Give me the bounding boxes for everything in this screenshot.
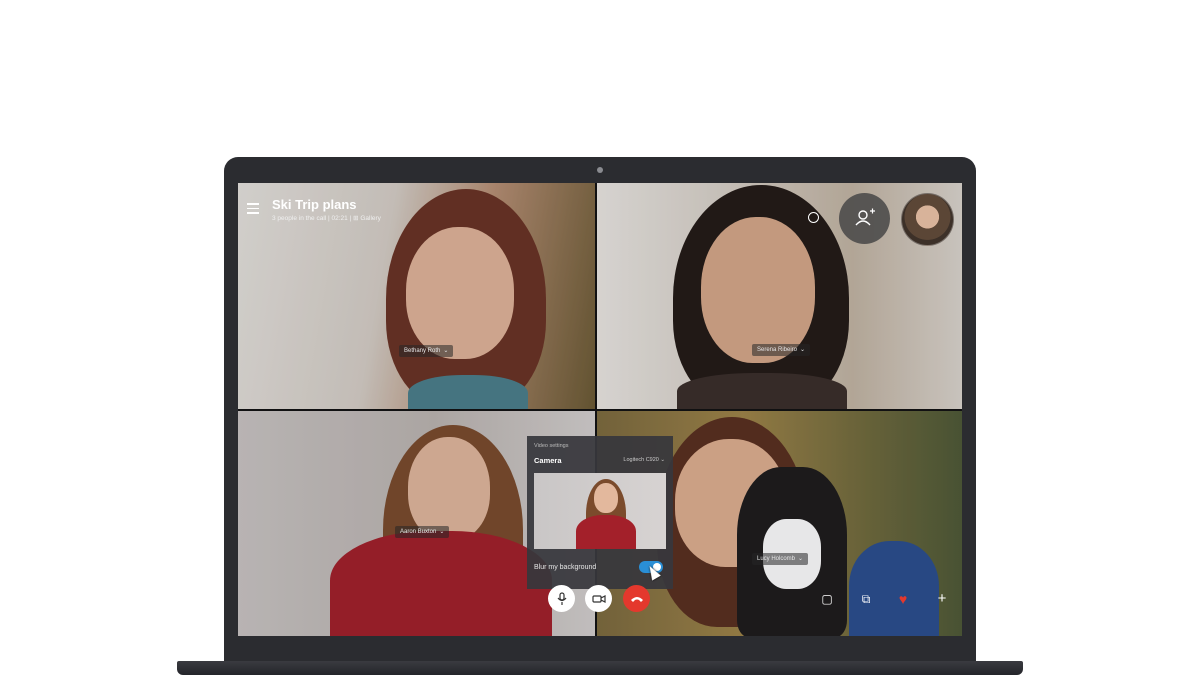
participant-name: Serena Ribeiro bbox=[757, 347, 798, 353]
blur-background-label: Blur my background bbox=[534, 564, 597, 571]
heart-icon[interactable]: ♥ bbox=[895, 591, 911, 607]
participant-name-tag: Aaron Buxton ⌄ bbox=[395, 526, 450, 538]
laptop-lid: Bethany Roth ⌄ Serena Ribeiro ⌄ Aaron Buxt… bbox=[224, 157, 976, 665]
camera-device-select[interactable]: Logitech C920 ⌄ bbox=[623, 457, 665, 463]
microphone-icon bbox=[557, 591, 566, 605]
call-meta: 3 people in the call | 02:21 | ⊞ Gallery bbox=[272, 215, 381, 222]
hamburger-menu-icon[interactable] bbox=[247, 203, 259, 214]
laptop-base bbox=[177, 661, 1023, 675]
call-screen: Bethany Roth ⌄ Serena Ribeiro ⌄ Aaron Buxt… bbox=[238, 183, 962, 636]
microphone-button[interactable] bbox=[548, 585, 575, 612]
call-title: Ski Trip plans bbox=[272, 197, 357, 212]
ring-icon[interactable] bbox=[808, 212, 819, 223]
camera-label: Camera bbox=[534, 456, 562, 465]
participant-name-tag: Bethany Roth ⌄ bbox=[399, 345, 454, 357]
participant-name: Lucy Holcomb bbox=[757, 556, 796, 562]
end-call-icon bbox=[630, 596, 643, 602]
participant-name: Aaron Buxton bbox=[400, 529, 437, 535]
video-button[interactable] bbox=[585, 585, 612, 612]
video-settings-heading: Video settings bbox=[534, 443, 569, 449]
camera-preview bbox=[534, 473, 666, 549]
participant-name: Bethany Roth bbox=[404, 348, 441, 354]
add-people-button[interactable] bbox=[839, 193, 890, 244]
participant-name-tag: Serena Ribeiro ⌄ bbox=[752, 344, 811, 356]
self-view-avatar[interactable] bbox=[901, 193, 954, 246]
plus-icon[interactable]: + bbox=[934, 591, 950, 607]
chevron-down-icon[interactable]: ⌄ bbox=[798, 556, 803, 562]
chevron-down-icon[interactable]: ⌄ bbox=[439, 529, 444, 535]
chat-icon[interactable]: ▢ bbox=[819, 591, 835, 607]
switch-camera-icon[interactable]: ⧉ bbox=[858, 591, 874, 607]
chevron-down-icon[interactable]: ⌄ bbox=[800, 347, 805, 353]
end-call-button[interactable] bbox=[623, 585, 650, 612]
video-camera-icon bbox=[591, 594, 606, 603]
chevron-down-icon[interactable]: ⌄ bbox=[443, 348, 448, 354]
add-person-icon bbox=[855, 208, 875, 226]
participant-name-tag: Lucy Holcomb ⌄ bbox=[752, 553, 809, 565]
webcam-dot bbox=[597, 167, 603, 173]
